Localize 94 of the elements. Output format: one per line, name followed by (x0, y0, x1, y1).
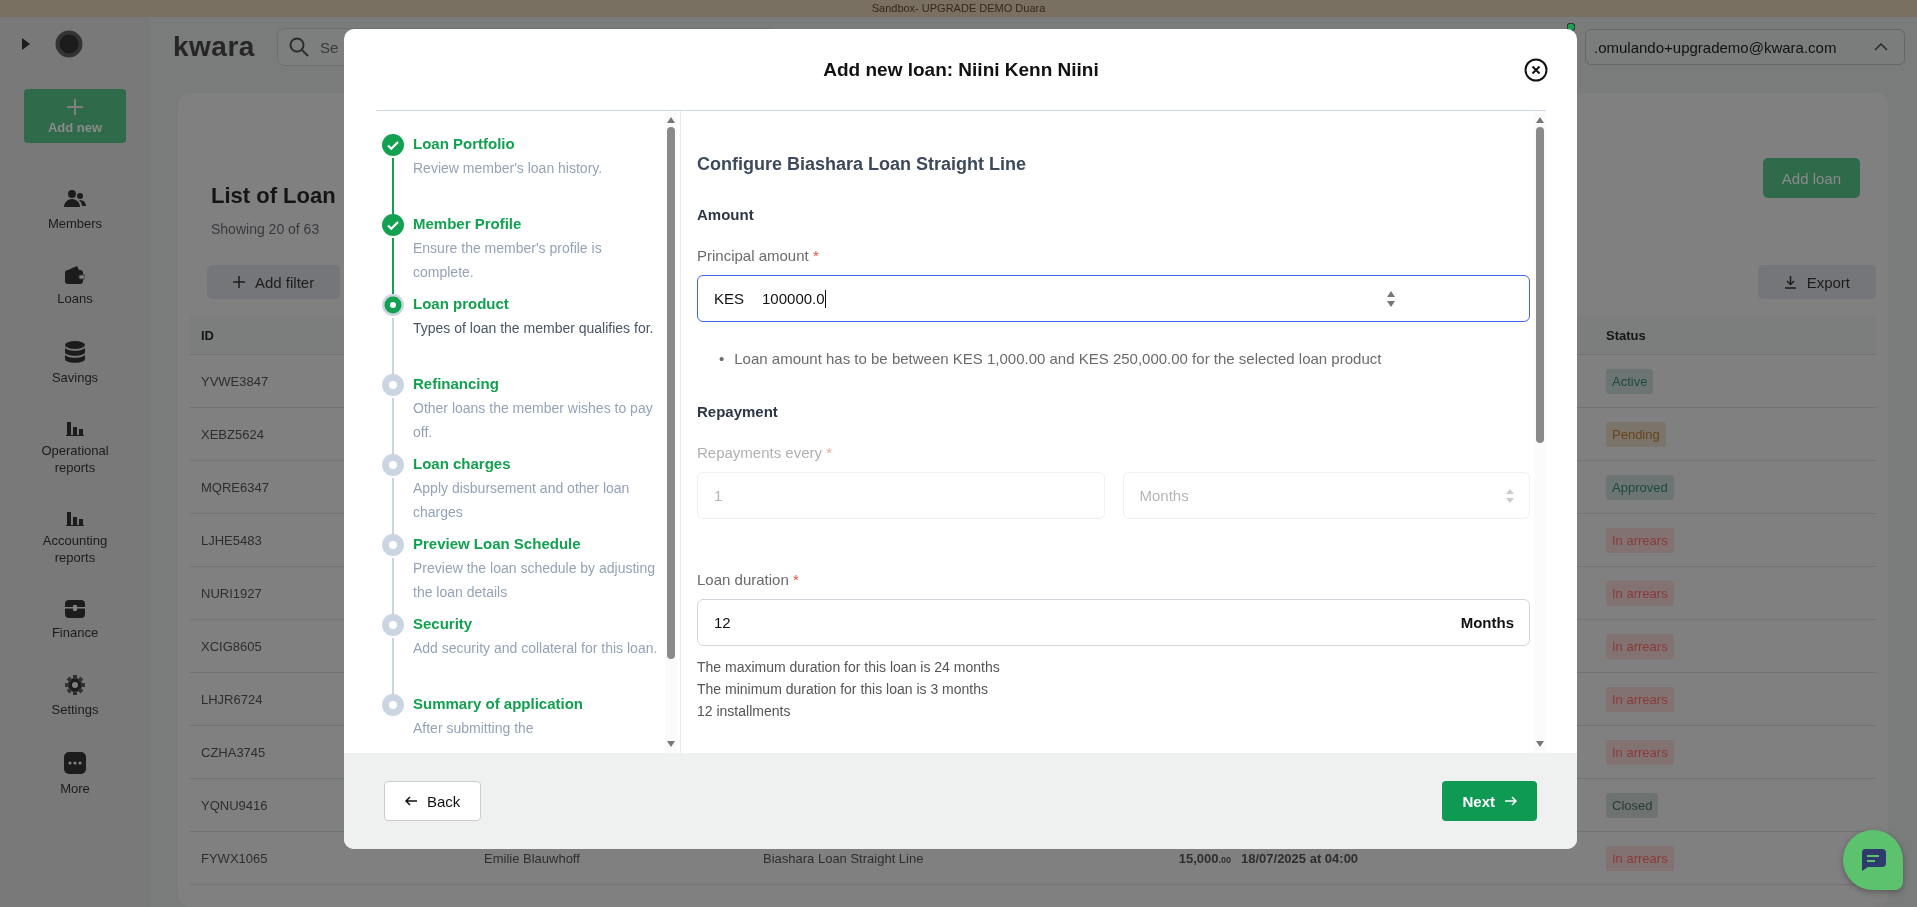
table-cell: Biashara Loan Straight Line (763, 850, 924, 866)
add-filter-button[interactable]: Add filter (207, 265, 341, 299)
bar-chart-icon[interactable] (66, 510, 84, 526)
database-icon[interactable] (65, 341, 85, 363)
scroll-down-icon[interactable] (1536, 741, 1544, 747)
download-icon (1783, 275, 1797, 289)
more-icon[interactable] (64, 752, 86, 774)
expand-icon[interactable] (21, 38, 31, 50)
chat-icon (1860, 849, 1886, 871)
step-title[interactable]: Loan Portfolio (413, 134, 603, 154)
plus-icon (66, 97, 84, 116)
logo-text: kwara (173, 31, 255, 63)
scroll-up-icon[interactable] (1536, 117, 1544, 123)
section-heading: Amount (697, 205, 755, 225)
select-arrows-icon (1506, 488, 1514, 503)
column-header: ID (201, 327, 214, 343)
table-cell: CZHA3745 (201, 744, 266, 760)
close-icon[interactable] (1524, 57, 1548, 82)
page-title: List of Loan (211, 183, 336, 209)
account-menu[interactable]: .omulando+upgrademo@kwara.com (1585, 29, 1905, 65)
table-cell: YVWE3847 (201, 373, 269, 389)
sidebar-item[interactable]: More (60, 780, 90, 797)
chevron-up-icon (1874, 43, 1888, 51)
step-description: Ensure the member's profile is complete. (413, 239, 603, 282)
step-title[interactable]: Preview Loan Schedule (413, 534, 665, 554)
arrow-left-icon (405, 796, 417, 806)
wallet-icon[interactable] (65, 266, 85, 284)
sidebar-item[interactable]: Members (47, 215, 103, 232)
table-cell: XEBZ5624 (201, 426, 264, 442)
scrollbar[interactable] (665, 111, 677, 753)
loan-duration-field[interactable]: 12 Months (697, 599, 1530, 646)
next-button[interactable]: Next (1442, 781, 1537, 821)
info-text: The minimum duration for this loan is 3 months (697, 680, 989, 699)
step-description: After submitting the (413, 719, 535, 738)
results-count: Showing 20 of 63 (211, 221, 321, 237)
status-badge: Pending (1606, 421, 1666, 447)
plus-icon (233, 276, 245, 288)
step-title[interactable]: Loan charges (413, 454, 665, 474)
step-description: Other loans the member wishes to pay off. (413, 399, 654, 442)
table-cell: LHJR6724 (201, 691, 263, 707)
bullet-mark: • (719, 349, 725, 369)
sidebar-item[interactable]: Finance (51, 624, 99, 641)
form-heading: Configure Biashara Loan Straight Line (697, 153, 1028, 175)
dialog-title: Add new loan: Niini Kenn Niini (823, 58, 1099, 81)
step-title[interactable]: Refinancing (413, 374, 665, 394)
people-icon[interactable] (64, 189, 86, 209)
step-title[interactable]: Member Profile (413, 214, 665, 234)
step-description: Review member's loan history. (413, 159, 603, 178)
step-description: Preview the loan schedule by adjusting the loan details (413, 559, 657, 602)
chest-icon[interactable] (65, 600, 85, 618)
table-cell: XCIG8605 (201, 638, 262, 654)
settings-icon[interactable] (65, 675, 85, 695)
scroll-up-icon[interactable] (667, 117, 675, 123)
sidebar-item[interactable]: Savings (51, 369, 99, 386)
scroll-down-icon[interactable] (667, 741, 675, 747)
step-description: Types of loan the member qualifies for. (413, 319, 654, 338)
step-description: Apply disbursement and other loan charges (413, 479, 631, 522)
sidebar-item[interactable]: Accounting reports (25, 532, 125, 566)
table-cell: 18/07/2025 at 04:00 (1241, 850, 1359, 866)
table-cell-text: 15,000.00 (1178, 850, 1232, 866)
step-title[interactable]: Summary of application (413, 694, 584, 714)
arrow-right-icon (1505, 796, 1517, 806)
export-button[interactable]: Export (1757, 265, 1876, 299)
table-cell: YQNU9416 (201, 797, 268, 813)
step-title[interactable]: Loan product (413, 294, 654, 314)
info-text: 12 installments (697, 702, 792, 721)
sidebar-item[interactable]: Loans (57, 290, 93, 307)
field-label: Repayments every * (697, 443, 834, 463)
status-badge: Active (1606, 368, 1654, 394)
helper-text: Loan amount has to be between KES 1,000.00 and KES 250,000.00 for the selected loan product (734, 349, 1382, 369)
sidebar-item[interactable]: Settings (51, 701, 99, 718)
column-header: Status (1606, 327, 1646, 343)
status-badge: Closed (1606, 792, 1659, 818)
field-label: Loan duration * (697, 570, 800, 590)
logo-icon[interactable] (55, 30, 83, 58)
search-icon (288, 37, 309, 57)
info-text: The maximum duration for this loan is 24 months (697, 658, 1001, 677)
step-description: Add security and collateral for this loan. (413, 639, 658, 658)
sandbox-banner: Sandbox- UPGRADE DEMO Duara (0, 0, 1917, 17)
status-badge: Approved (1606, 474, 1674, 500)
table-cell: NURI1927 (201, 585, 262, 601)
principal-amount-field[interactable]: KES 100000.0 (697, 275, 1530, 322)
table-cell: Emilie Blauwhoff (484, 850, 580, 866)
sidebar-item[interactable]: Operational reports (25, 442, 125, 476)
section-heading: Repayment (697, 402, 779, 422)
step-title[interactable]: Security (413, 614, 658, 634)
stepper-arrows-icon[interactable] (1386, 289, 1396, 308)
back-button[interactable]: Back (384, 781, 482, 821)
table-cell: LJHE5483 (201, 532, 262, 548)
field-label: Principal amount * (697, 246, 820, 266)
table-cell: FYWX1065 (201, 850, 268, 866)
table-cell: MQRE6347 (201, 479, 269, 495)
scrollbar[interactable] (1534, 111, 1546, 753)
bar-chart-icon[interactable] (66, 420, 84, 436)
